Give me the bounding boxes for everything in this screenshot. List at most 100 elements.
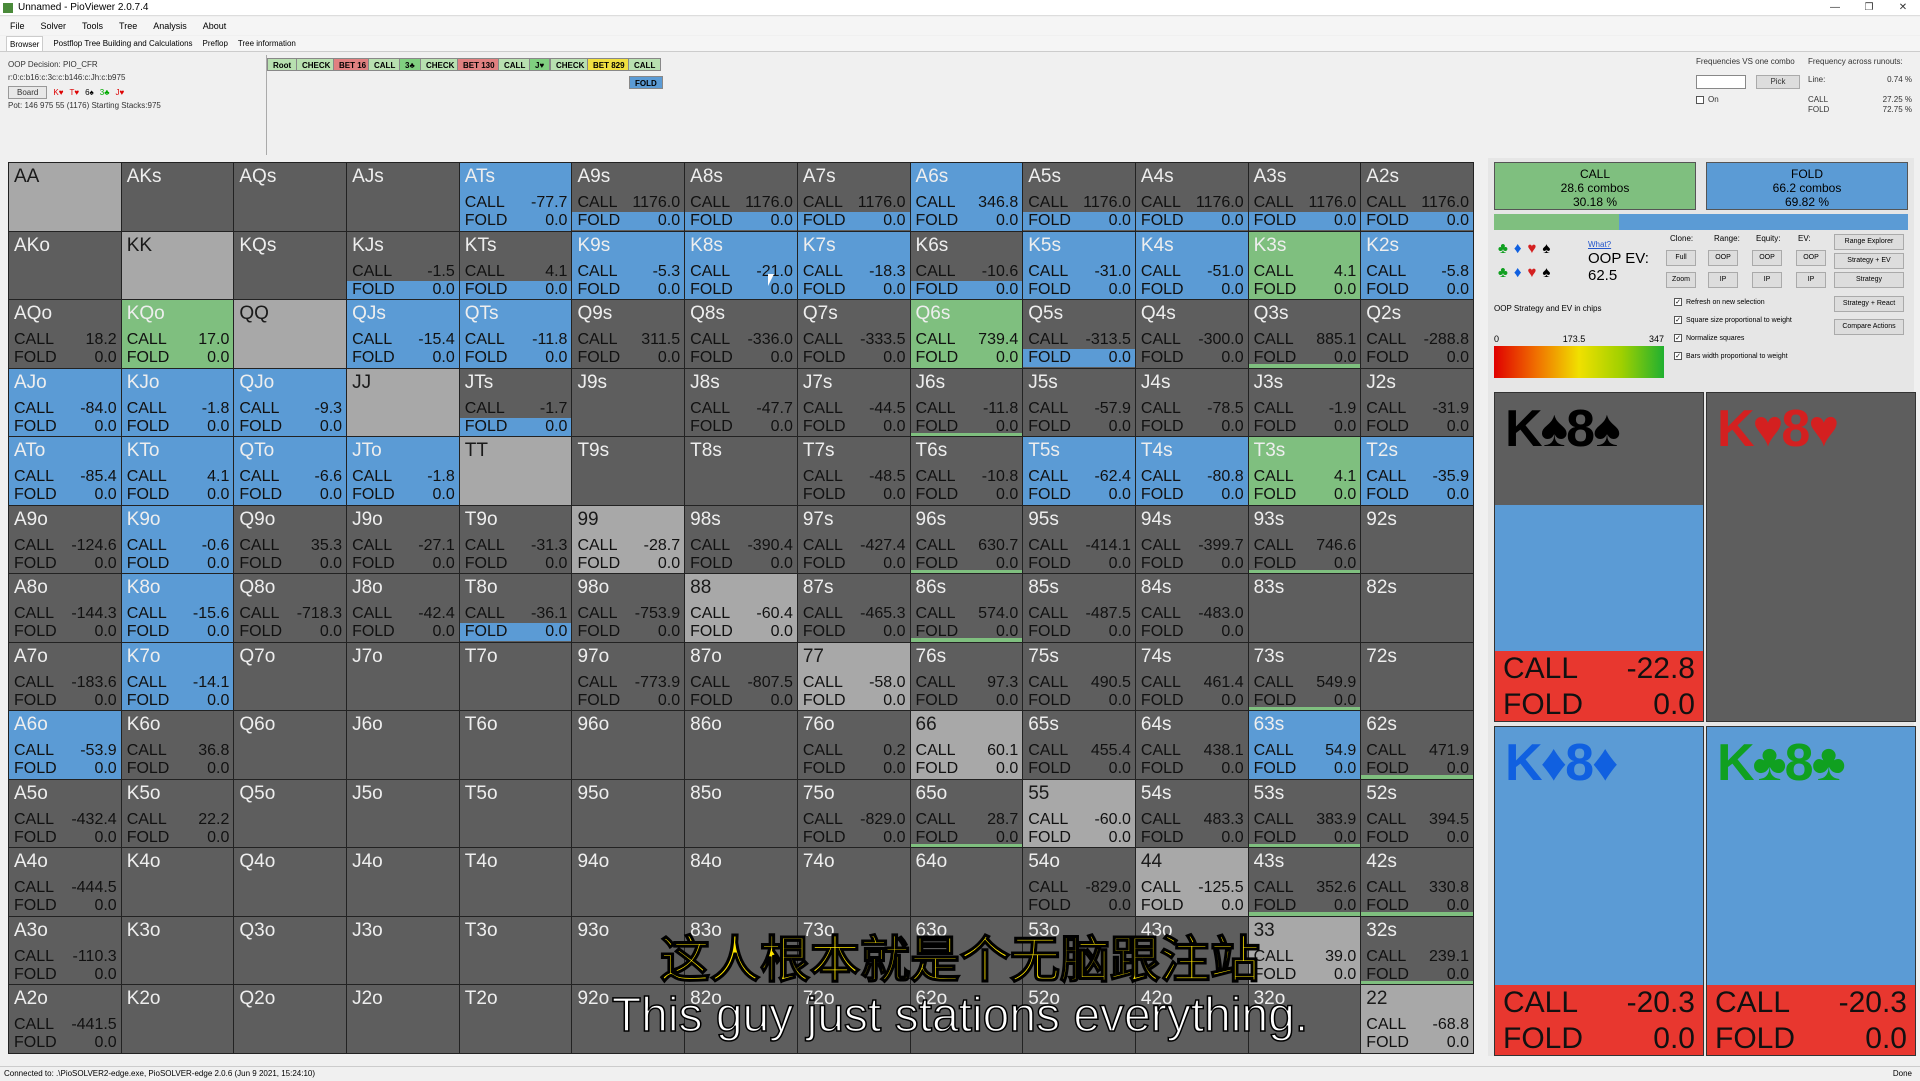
combo-input[interactable] [1696, 75, 1746, 89]
tree-node-button[interactable]: CHECK [420, 58, 461, 71]
hand-cell[interactable]: 96o [572, 711, 685, 779]
hand-cell[interactable]: A6o CALL -53.9 FOLD 0.0 [9, 711, 121, 779]
heart-icon[interactable]: ♥ [1528, 240, 1537, 257]
hand-cell[interactable]: 74s CALL 461.4 FOLD 0.0 [1135, 642, 1248, 711]
tab-postflop[interactable]: Postflop Tree Building and Calculations [53, 36, 192, 51]
tab-browser[interactable]: Browser [6, 36, 44, 51]
hand-cell[interactable]: ATs CALL -77.7 FOLD 0.0 [459, 163, 572, 231]
hand-cell[interactable]: Q2s CALL -288.8 FOLD 0.0 [1361, 300, 1473, 368]
tree-node-button[interactable]: CHECK [296, 58, 337, 71]
hand-cell[interactable]: AKo [9, 231, 121, 300]
strategy-react-button[interactable]: Strategy + React [1834, 296, 1904, 312]
hand-cell[interactable]: K5s CALL -31.0 FOLD 0.0 [1023, 231, 1135, 300]
hand-cell[interactable]: K6s CALL -10.6 FOLD 0.0 [910, 231, 1023, 300]
hand-cell[interactable]: J9o CALL -27.1 FOLD 0.0 [347, 505, 459, 574]
diamond-icon[interactable]: ♦ [1514, 240, 1522, 257]
hand-cell[interactable]: TT [459, 437, 572, 505]
hand-cell[interactable]: J5o [347, 779, 459, 848]
hand-cell[interactable]: 54o CALL -829.0 FOLD 0.0 [1023, 848, 1135, 916]
hand-cell[interactable]: QQ [234, 300, 347, 368]
menu-analysis[interactable]: Analysis [153, 17, 187, 35]
hand-cell[interactable]: KTo CALL 4.1 FOLD 0.0 [121, 437, 234, 505]
hand-cell[interactable]: A4o CALL -444.5 FOLD 0.0 [9, 848, 121, 916]
tree-node-button[interactable]: CALL [628, 58, 662, 71]
hand-cell[interactable]: 94s CALL -399.7 FOLD 0.0 [1135, 505, 1248, 574]
call-summary[interactable]: CALL 28.6 combos 30.18 % [1494, 162, 1696, 210]
maximize-button[interactable]: ❐ [1852, 0, 1886, 16]
hand-cell[interactable]: 99 CALL -28.7 FOLD 0.0 [572, 505, 685, 574]
hand-cell[interactable]: A4s CALL 1176.0 FOLD 0.0 [1135, 163, 1248, 231]
hand-cell[interactable]: KK [121, 231, 234, 300]
hand-cell[interactable]: J5s CALL -57.9 FOLD 0.0 [1023, 368, 1135, 437]
hand-cell[interactable]: 95s CALL -414.1 FOLD 0.0 [1023, 505, 1135, 574]
hand-cell[interactable]: AJs [347, 163, 459, 231]
hand-cell[interactable]: J8o CALL -42.4 FOLD 0.0 [347, 574, 459, 642]
hand-cell[interactable]: A8o CALL -144.3 FOLD 0.0 [9, 574, 121, 642]
hand-cell[interactable]: 54s CALL 483.3 FOLD 0.0 [1135, 779, 1248, 848]
bars-width-checkbox[interactable]: ✓ Bars width proportional to weight [1674, 352, 1788, 360]
hand-cell[interactable]: ATo CALL -85.4 FOLD 0.0 [9, 437, 121, 505]
square-size-checkbox[interactable]: ✓ Square size proportional to weight [1674, 316, 1792, 324]
hand-cell[interactable]: J6o [347, 711, 459, 779]
spade-icon[interactable]: ♠ [1542, 264, 1550, 281]
hand-cell[interactable]: Q9o CALL 35.3 FOLD 0.0 [234, 505, 347, 574]
on-checkbox[interactable] [1696, 95, 1704, 104]
hand-cell[interactable]: Q7s CALL -333.5 FOLD 0.0 [797, 300, 910, 368]
hand-cell[interactable]: T7o [459, 642, 572, 711]
hand-cell[interactable]: 85o [685, 779, 797, 848]
hand-cell[interactable]: 65o CALL 28.7 FOLD 0.0 [910, 779, 1023, 848]
hand-cell[interactable]: 73s CALL 549.9 FOLD 0.0 [1248, 642, 1361, 711]
hand-cell[interactable]: T8o CALL -36.1 FOLD 0.0 [459, 574, 572, 642]
compare-actions-button[interactable]: Compare Actions [1834, 319, 1904, 335]
hand-cell[interactable]: K5o CALL 22.2 FOLD 0.0 [121, 779, 234, 848]
hand-cell[interactable]: A7s CALL 1176.0 FOLD 0.0 [797, 163, 910, 231]
normalize-checkbox[interactable]: ✓ Normalize squares [1674, 334, 1744, 342]
tree-node-button[interactable]: BET 16 [333, 58, 373, 71]
hand-cell[interactable]: 87o CALL -807.5 FOLD 0.0 [685, 642, 797, 711]
hand-cell[interactable]: 44 CALL -125.5 FOLD 0.0 [1135, 848, 1248, 916]
hand-cell[interactable]: A9s CALL 1176.0 FOLD 0.0 [572, 163, 685, 231]
hand-cell[interactable]: 82s [1361, 574, 1473, 642]
hand-cell[interactable]: T6s CALL -10.8 FOLD 0.0 [910, 437, 1023, 505]
club-icon[interactable]: ♣ [1498, 264, 1508, 281]
hand-cell[interactable]: JTo CALL -1.8 FOLD 0.0 [347, 437, 459, 505]
hand-cell[interactable]: 75s CALL 490.5 FOLD 0.0 [1023, 642, 1135, 711]
hand-cell[interactable]: J3s CALL -1.9 FOLD 0.0 [1248, 368, 1361, 437]
menu-tree[interactable]: Tree [119, 17, 137, 35]
strategy-button[interactable]: Strategy [1834, 272, 1904, 288]
hand-cell[interactable]: Q5s CALL -313.5 FOLD 0.0 [1023, 300, 1135, 368]
tree-node-button[interactable]: FOLD [629, 76, 663, 89]
combo-tile[interactable]: K♥8♥ [1706, 392, 1916, 722]
hand-cell[interactable]: 52s CALL 394.5 FOLD 0.0 [1361, 779, 1473, 848]
hand-cell[interactable]: A9o CALL -124.6 FOLD 0.0 [9, 505, 121, 574]
spade-icon[interactable]: ♠ [1542, 240, 1550, 257]
hand-cell[interactable]: Q3s CALL 885.1 FOLD 0.0 [1248, 300, 1361, 368]
menu-file[interactable]: File [10, 17, 25, 35]
hand-cell[interactable]: Q4o [234, 848, 347, 916]
hand-cell[interactable]: 64o [910, 848, 1023, 916]
hand-cell[interactable]: A5o CALL -432.4 FOLD 0.0 [9, 779, 121, 848]
heart-icon[interactable]: ♥ [1528, 264, 1537, 281]
hand-cell[interactable]: K6o CALL 36.8 FOLD 0.0 [121, 711, 234, 779]
hand-cell[interactable]: 86o [685, 711, 797, 779]
hand-cell[interactable]: 98s CALL -390.4 FOLD 0.0 [685, 505, 797, 574]
hand-cell[interactable]: T5s CALL -62.4 FOLD 0.0 [1023, 437, 1135, 505]
hand-cell[interactable]: K8s CALL -21.0 FOLD 0.0 [685, 231, 797, 300]
tree-node-button[interactable]: J♥ [529, 58, 551, 71]
full-button[interactable]: Full [1666, 250, 1696, 266]
hand-cell[interactable]: K4o [121, 848, 234, 916]
hand-cell[interactable]: A7o CALL -183.6 FOLD 0.0 [9, 642, 121, 711]
hand-cell[interactable]: AA [9, 163, 121, 231]
hand-cell[interactable]: A2s CALL 1176.0 FOLD 0.0 [1361, 163, 1473, 231]
hand-cell[interactable]: T2s CALL -35.9 FOLD 0.0 [1361, 437, 1473, 505]
hand-cell[interactable]: 93s CALL 746.6 FOLD 0.0 [1248, 505, 1361, 574]
hand-cell[interactable]: QJs CALL -15.4 FOLD 0.0 [347, 300, 459, 368]
range-explorer-button[interactable]: Range Explorer [1834, 234, 1904, 250]
hand-cell[interactable]: K7s CALL -18.3 FOLD 0.0 [797, 231, 910, 300]
hand-cell[interactable]: 42s CALL 330.8 FOLD 0.0 [1361, 848, 1473, 916]
hand-cell[interactable]: K8o CALL -15.6 FOLD 0.0 [121, 574, 234, 642]
hand-cell[interactable]: J4s CALL -78.5 FOLD 0.0 [1135, 368, 1248, 437]
tree-node-button[interactable]: BET 829 [587, 58, 631, 71]
hand-cell[interactable]: JTs CALL -1.7 FOLD 0.0 [459, 368, 572, 437]
hand-cell[interactable]: J7o [347, 642, 459, 711]
